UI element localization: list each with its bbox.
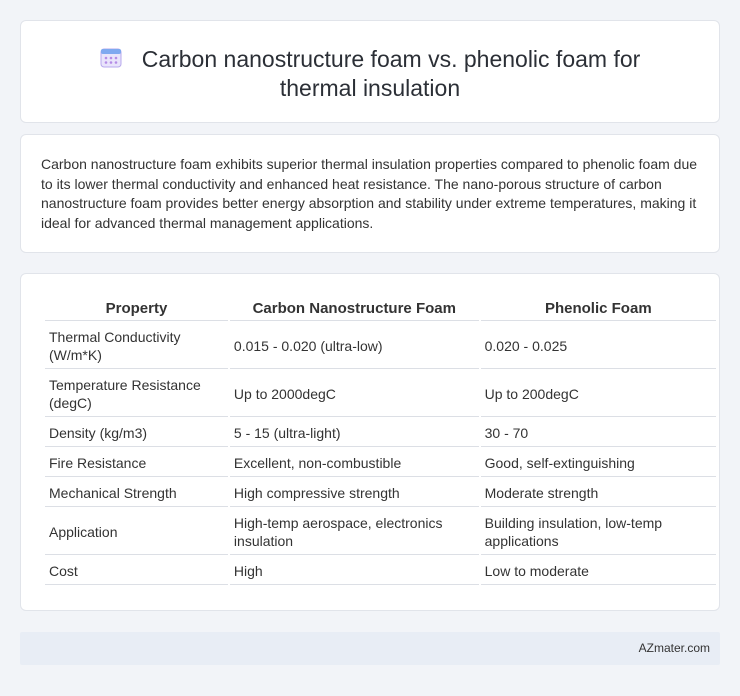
- table-row: Temperature Resistance (degC) Up to 2000…: [45, 371, 716, 417]
- cell-phenolic-foam: Moderate strength: [480, 479, 716, 507]
- footer-site-label: AZmater.com: [638, 641, 710, 655]
- table-row: Thermal Conductivity (W/m*K) 0.015 - 0.0…: [45, 323, 716, 369]
- table-row: Cost High Low to moderate: [45, 557, 716, 585]
- title-card: Carbon nanostructure foam vs. phenolic f…: [20, 20, 720, 123]
- cell-property: Mechanical Strength: [45, 479, 228, 507]
- cell-property: Density (kg/m3): [45, 419, 228, 447]
- summary-card: Carbon nanostructure foam exhibits super…: [20, 134, 720, 253]
- cell-phenolic-foam: Up to 200degC: [480, 371, 716, 417]
- footer: AZmater.com: [20, 632, 720, 665]
- comparison-table: Property Carbon Nanostructure Foam Pheno…: [43, 294, 718, 587]
- summary-text: Carbon nanostructure foam exhibits super…: [41, 156, 698, 231]
- page-title: Carbon nanostructure foam vs. phenolic f…: [141, 46, 641, 101]
- cell-phenolic-foam: 30 - 70: [480, 419, 716, 447]
- header-carbon-foam: Carbon Nanostructure Foam: [229, 296, 479, 321]
- cell-property: Thermal Conductivity (W/m*K): [45, 323, 228, 369]
- header-phenolic-foam: Phenolic Foam: [480, 296, 716, 321]
- cell-phenolic-foam: Good, self-extinguishing: [480, 449, 716, 477]
- cell-property: Fire Resistance: [45, 449, 228, 477]
- cell-carbon-foam: Up to 2000degC: [229, 371, 479, 417]
- cell-property: Temperature Resistance (degC): [45, 371, 228, 417]
- cell-phenolic-foam: Low to moderate: [480, 557, 716, 585]
- cell-phenolic-foam: 0.020 - 0.025: [480, 323, 716, 369]
- table-row: Density (kg/m3) 5 - 15 (ultra-light) 30 …: [45, 419, 716, 447]
- page-title-wrap: Carbon nanostructure foam vs. phenolic f…: [21, 45, 719, 103]
- table-row: Application High-temp aerospace, electro…: [45, 509, 716, 555]
- table-row: Mechanical Strength High compressive str…: [45, 479, 716, 507]
- cell-carbon-foam: High-temp aerospace, electronics insulat…: [229, 509, 479, 555]
- cell-property: Cost: [45, 557, 228, 585]
- table-card: Property Carbon Nanostructure Foam Pheno…: [20, 273, 720, 611]
- header-property: Property: [45, 296, 228, 321]
- table-row: Fire Resistance Excellent, non-combustib…: [45, 449, 716, 477]
- cell-phenolic-foam: Building insulation, low-temp applicatio…: [480, 509, 716, 555]
- cell-carbon-foam: High: [229, 557, 479, 585]
- table-header-row: Property Carbon Nanostructure Foam Pheno…: [45, 296, 716, 321]
- cell-carbon-foam: 5 - 15 (ultra-light): [229, 419, 479, 447]
- cell-carbon-foam: Excellent, non-combustible: [229, 449, 479, 477]
- cell-carbon-foam: High compressive strength: [229, 479, 479, 507]
- calendar-icon: [100, 48, 122, 68]
- cell-carbon-foam: 0.015 - 0.020 (ultra-low): [229, 323, 479, 369]
- cell-property: Application: [45, 509, 228, 555]
